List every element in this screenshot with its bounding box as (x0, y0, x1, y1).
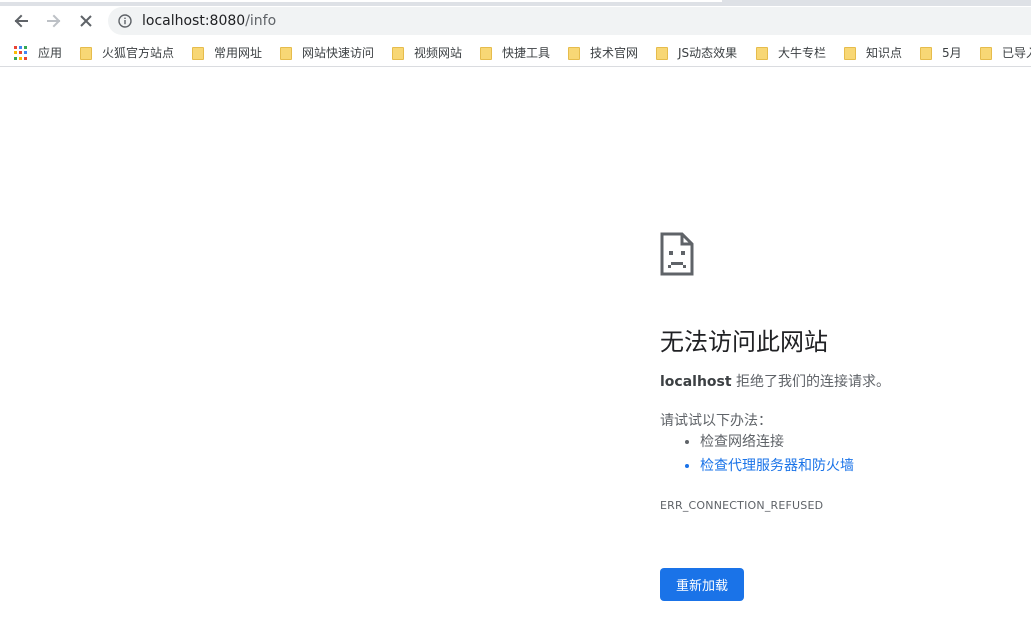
folder-icon (480, 46, 492, 60)
bookmarks-bar: 应用 火狐官方站点 常用网址 网站快速访问 视频网站 快捷工具 技术官网 JS动… (0, 40, 1031, 67)
bookmark-label: 视频网站 (414, 46, 463, 60)
forward-button[interactable] (41, 8, 67, 34)
folder-icon (192, 46, 204, 60)
bookmark-apps[interactable]: 应用 (14, 44, 62, 62)
folder-icon (280, 46, 292, 60)
bookmark-folder[interactable]: 网站快速访问 (280, 44, 374, 62)
back-button[interactable] (8, 8, 34, 34)
apps-dot (14, 56, 17, 60)
bookmark-folder[interactable]: 火狐官方站点 (80, 44, 174, 62)
bookmark-folder[interactable]: 5月 (920, 44, 962, 62)
bookmark-label: 大牛专栏 (778, 46, 827, 60)
apps-dot (14, 46, 17, 49)
apps-dot (19, 46, 22, 49)
apps-dot (24, 51, 27, 55)
error-host: localhost (660, 374, 732, 390)
bookmark-folder[interactable]: 知识点 (844, 44, 902, 62)
bookmark-folder[interactable]: 快捷工具 (480, 44, 550, 62)
close-icon (80, 15, 92, 27)
apps-dot (24, 46, 27, 49)
suggestions-list: 检查网络连接 检查代理服务器和防火墙 (660, 432, 854, 480)
error-detail: localhost 拒绝了我们的连接请求。 (660, 371, 890, 391)
bookmark-label: 常用网址 (214, 46, 263, 60)
list-item: 检查网络连接 (700, 432, 854, 456)
stop-loading-button[interactable] (73, 8, 99, 34)
apps-dot (19, 51, 22, 55)
error-code: ERR_CONNECTION_REFUSED (660, 499, 824, 512)
active-tab-edge (0, 0, 722, 2)
folder-icon (392, 46, 404, 60)
bookmark-label: 火狐官方站点 (102, 46, 175, 60)
url-text[interactable]: localhost:8080/info (142, 7, 276, 35)
folder-icon (80, 46, 92, 60)
apps-dot (19, 56, 22, 60)
page-title: 无法访问此网站 (660, 328, 828, 356)
bookmark-folder[interactable]: 常用网址 (192, 44, 262, 62)
suggestions-heading: 请试试以下办法： (660, 413, 772, 429)
bookmark-label: 快捷工具 (502, 46, 551, 60)
bookmark-folder[interactable]: 已导入 (980, 44, 1031, 62)
apps-dot (24, 56, 27, 60)
arrow-left-icon (14, 14, 28, 28)
browser-toolbar: localhost:8080/info (0, 6, 1031, 36)
apps-grid-icon (14, 46, 28, 60)
folder-icon (656, 46, 668, 60)
folder-icon (844, 46, 856, 60)
info-icon[interactable] (118, 14, 132, 28)
bookmark-folder[interactable]: 大牛专栏 (756, 44, 826, 62)
folder-icon (980, 46, 992, 60)
proxy-firewall-link[interactable]: 检查代理服务器和防火墙 (700, 456, 854, 480)
reload-button[interactable]: 重新加载 (660, 568, 744, 601)
address-bar[interactable]: localhost:8080/info (108, 7, 1031, 35)
sad-page-icon (660, 232, 694, 276)
bookmark-label: 已导入 (1002, 46, 1031, 60)
url-host: localhost:8080 (142, 13, 246, 29)
folder-icon (920, 46, 932, 60)
bookmark-folder[interactable]: 技术官网 (568, 44, 638, 62)
bookmark-label: JS动态效果 (678, 46, 738, 60)
bookmark-folder[interactable]: 视频网站 (392, 44, 462, 62)
url-path: /info (245, 13, 277, 29)
bookmark-label: 应用 (38, 46, 63, 60)
apps-dot (14, 51, 17, 55)
bookmark-label: 知识点 (866, 46, 903, 60)
bookmark-label: 网站快速访问 (302, 46, 375, 60)
error-detail-text: 拒绝了我们的连接请求。 (731, 374, 891, 390)
arrow-right-icon (47, 14, 61, 28)
bookmark-label: 技术官网 (590, 46, 639, 60)
folder-icon (568, 46, 580, 60)
bookmark-folder[interactable]: JS动态效果 (656, 44, 737, 62)
folder-icon (756, 46, 768, 60)
bookmark-label: 5月 (942, 46, 962, 60)
